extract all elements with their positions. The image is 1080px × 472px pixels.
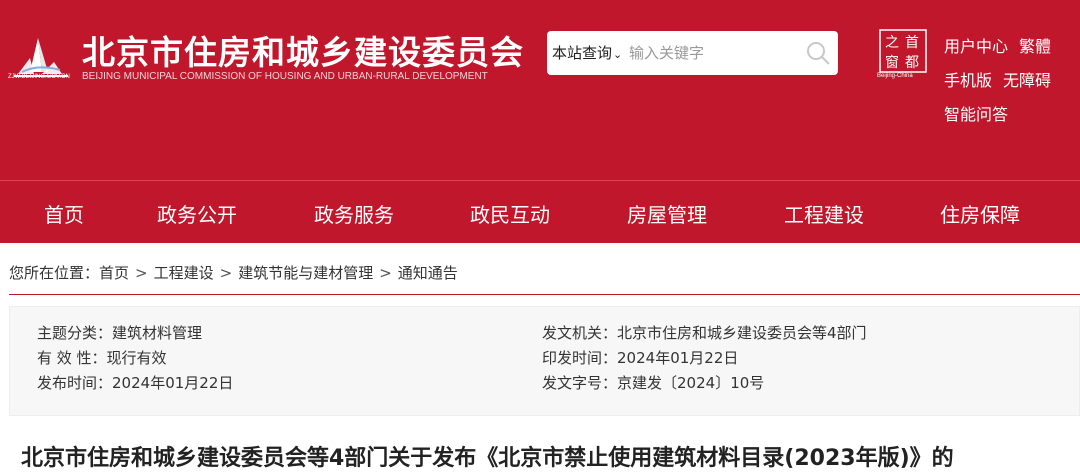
meta-issuer-label: 发文机关： [542,324,618,342]
smart-qa-link[interactable]: 智能问答 [944,101,1008,125]
meta-validity-value: 现行有效 [106,349,167,367]
search-scope-label: 本站查询 [552,44,613,62]
nav-item-housing-management[interactable]: 房屋管理 [627,199,707,228]
stamp-char-2: 首 [905,35,919,51]
stamp-char-1: 之 [885,35,899,51]
site-subtitle: BEIJING MUNICIPAL COMMISSION OF HOUSING … [82,71,488,82]
meta-docno-label: 发文字号： [542,374,618,392]
logo-domain-text: ZJW.BEIJING.GOV.CN [8,74,70,80]
traditional-chinese-link[interactable]: 繁體 [1019,33,1051,57]
breadcrumb-separator: > [219,264,233,282]
meta-validity: 有 效 性：现行有效 [37,347,167,368]
breadcrumb: 您所在位置：首页 > 工程建设 > 建筑节能与建材管理 > 通知通告 [9,262,458,283]
nav-item-gov-services[interactable]: 政务服务 [314,199,394,228]
nav-item-housing-security[interactable]: 住房保障 [940,199,1020,228]
capital-window-logo-icon[interactable]: 之 首 窗 都 [879,29,927,79]
search-input[interactable] [629,39,799,67]
document-title: 北京市住房和城乡建设委员会等4部门关于发布《北京市禁止使用建筑材料目录(2023… [21,446,954,471]
meta-doc-number: 发文字号：京建发〔2024〕10号 [542,372,764,393]
meta-docno-value: 京建发〔2024〕10号 [617,374,765,392]
stamp-char-3: 窗 [885,54,899,71]
search-scope-select[interactable]: 本站查询⌄ [552,42,622,63]
meta-issuer-value: 北京市住房和城乡建设委员会等4部门 [617,324,867,342]
chevron-down-icon: ⌄ [613,48,623,61]
breadcrumb-separator: > [379,264,392,282]
nav-item-home[interactable]: 首页 [44,199,84,228]
stamp-char-4: 都 [905,55,919,71]
site-header: ZJW.BEIJING.GOV.CN 北京市住房和城乡建设委员会 BEIJING… [0,0,1080,180]
meta-issuer: 发文机关：北京市住房和城乡建设委员会等4部门 [542,322,867,343]
breadcrumb-divider [9,294,1080,295]
meta-print-label: 印发时间： [542,349,618,367]
meta-validity-label: 有 效 性： [37,349,107,367]
breadcrumb-separator: > [135,264,148,282]
nav-item-interaction[interactable]: 政民互动 [470,199,550,228]
breadcrumb-item-energy-materials[interactable]: 建筑节能与建材管理 [238,264,373,282]
meta-topic-label: 主题分类： [37,324,113,342]
main-nav: 首页 政务公开 政务服务 政民互动 房屋管理 工程建设 住房保障 [0,180,1080,243]
meta-topic: 主题分类：建筑材料管理 [37,322,202,343]
stamp-caption: Beijing-China [877,73,913,79]
breadcrumb-item-construction[interactable]: 工程建设 [154,264,214,282]
mobile-version-link[interactable]: 手机版 [944,67,992,91]
user-center-link[interactable]: 用户中心 [944,33,1008,57]
document-meta-panel: 主题分类：建筑材料管理 有 效 性：现行有效 发布时间：2024年01月22日 … [9,306,1080,416]
meta-print-value: 2024年01月22日 [617,349,739,367]
breadcrumb-item-home[interactable]: 首页 [99,264,129,282]
nav-item-construction[interactable]: 工程建设 [784,199,864,228]
nav-item-gov-affairs-open[interactable]: 政务公开 [157,199,237,228]
search-icon[interactable] [804,39,832,67]
breadcrumb-prefix: 您所在位置： [9,264,100,282]
meta-publish-time: 发布时间：2024年01月22日 [37,372,233,393]
meta-print-time: 印发时间：2024年01月22日 [542,347,738,368]
meta-publish-value: 2024年01月22日 [112,374,234,392]
search-box: 本站查询⌄ [547,31,838,75]
meta-topic-value: 建筑材料管理 [112,324,203,342]
breadcrumb-item-notices[interactable]: 通知通告 [398,264,458,282]
meta-publish-label: 发布时间： [37,374,113,392]
site-title[interactable]: 北京市住房和城乡建设委员会 [82,26,524,74]
accessibility-link[interactable]: 无障碍 [1003,67,1051,91]
